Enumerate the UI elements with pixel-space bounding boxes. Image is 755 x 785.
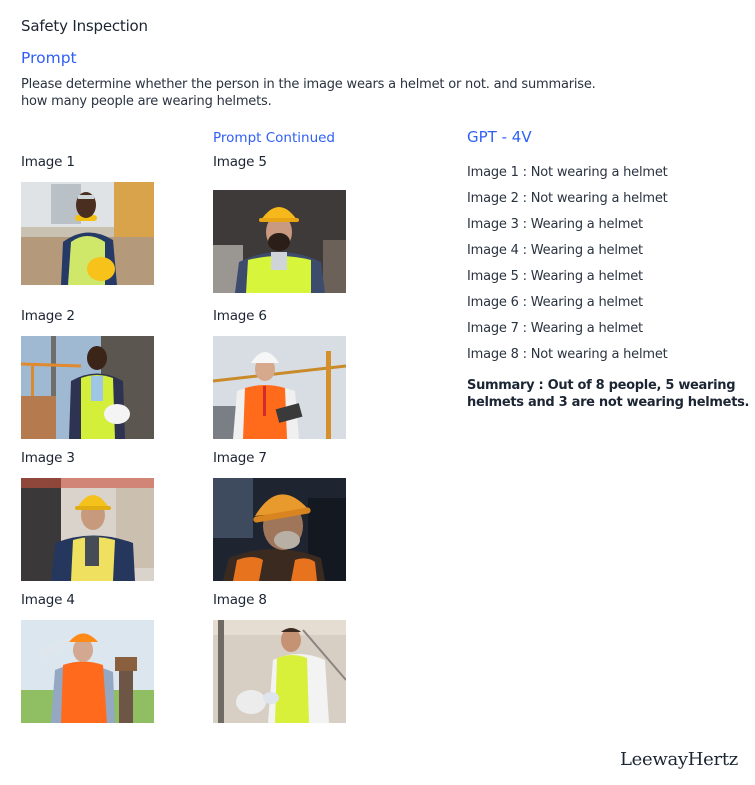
image-2-photo [21,336,154,439]
image-6-photo [213,336,346,439]
result-item: Image 6 : Wearing a helmet [467,295,643,310]
prompt-text: Please determine whether the person in t… [21,76,641,110]
image-1-photo [21,182,154,285]
image-1-label: Image 1 [21,154,75,170]
result-item: Image 2 : Not wearing a helmet [467,191,668,206]
prompt-heading: Prompt [21,49,77,67]
image-5-photo [213,190,346,293]
image-3-photo [21,478,154,581]
image-4-photo [21,620,154,723]
image-7-photo [213,478,346,581]
image-8-label: Image 8 [213,592,267,608]
gpt-heading: GPT - 4V [467,128,532,146]
image-5-label: Image 5 [213,154,267,170]
result-item: Image 7 : Wearing a helmet [467,321,643,336]
image-4-label: Image 4 [21,592,75,608]
result-item: Image 8 : Not wearing a helmet [467,347,668,362]
summary-text: Summary : Out of 8 people, 5 wearing hel… [467,377,755,411]
prompt-line: Please determine whether the person in t… [21,77,596,92]
image-6-label: Image 6 [213,308,267,324]
summary-line: helmets and 3 are not wearing helmets. [467,395,750,410]
result-item: Image 1 : Not wearing a helmet [467,165,668,180]
image-2-label: Image 2 [21,308,75,324]
prompt-line: how many people are wearing helmets. [21,94,272,109]
image-7-label: Image 7 [213,450,267,466]
prompt-continued-heading: Prompt Continued [213,130,335,146]
page-title: Safety Inspection [21,17,148,35]
result-item: Image 4 : Wearing a helmet [467,243,643,258]
image-8-photo [213,620,346,723]
brand-logo: LeewayHertz [620,749,738,770]
summary-line: Summary : Out of 8 people, 5 wearing [467,378,736,393]
result-item: Image 5 : Wearing a helmet [467,269,643,284]
result-item: Image 3 : Wearing a helmet [467,217,643,232]
image-3-label: Image 3 [21,450,75,466]
